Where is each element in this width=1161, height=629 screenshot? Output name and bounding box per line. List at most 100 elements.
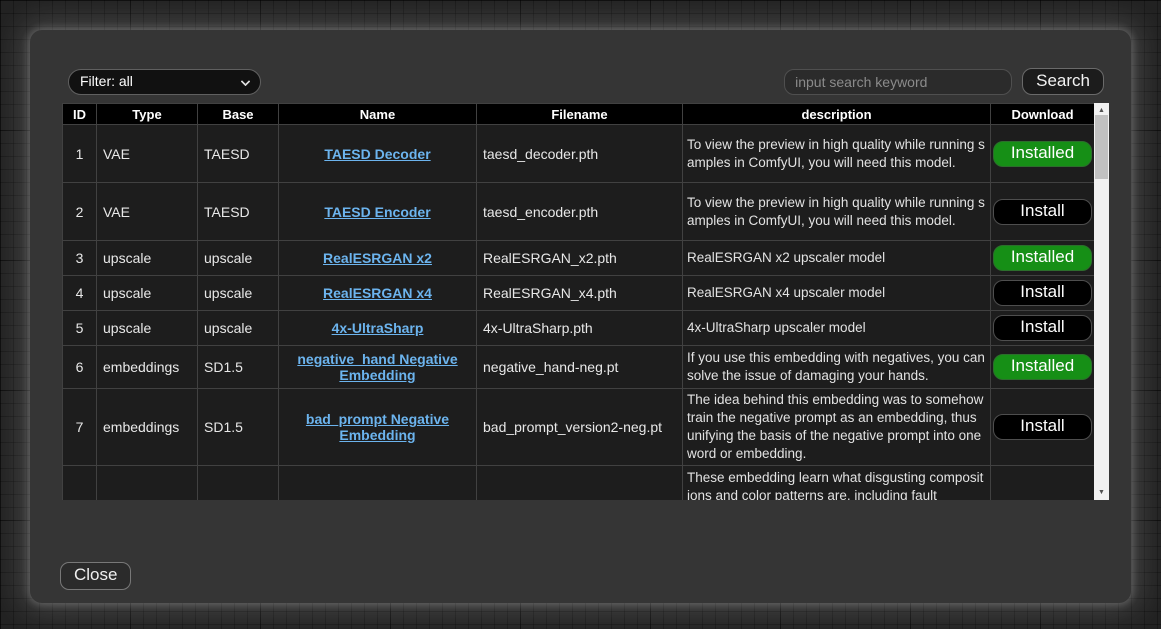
cell-download: Installed: [991, 125, 1095, 183]
cell-filename: RealESRGAN_x4.pth: [477, 276, 683, 311]
cell-type: embeddings: [97, 389, 198, 466]
model-name-link[interactable]: RealESRGAN x4: [323, 285, 432, 301]
cell-download: Install: [991, 183, 1095, 241]
search-group: Search: [784, 68, 1104, 95]
model-name-link[interactable]: bad_prompt Negative Embedding: [306, 411, 449, 443]
install-button[interactable]: Install: [993, 315, 1092, 341]
cell-name: 4x-UltraSharp: [279, 311, 477, 346]
cell-id: 5: [63, 311, 97, 346]
cell-download: Install: [991, 276, 1095, 311]
model-name-link[interactable]: RealESRGAN x2: [323, 250, 432, 266]
cell-type: upscale: [97, 276, 198, 311]
filter-select[interactable]: Filter: all: [68, 69, 261, 95]
cell-type: VAE: [97, 183, 198, 241]
cell-description: To view the preview in high quality whil…: [683, 183, 991, 241]
scrollbar-down-arrow-icon[interactable]: ▼: [1094, 485, 1109, 500]
cell-type: embeddings: [97, 346, 198, 389]
table-row: 2 VAE TAESD TAESD Encoder taesd_encoder.…: [63, 183, 1095, 241]
table-row: 1 VAE TAESD TAESD Decoder taesd_decoder.…: [63, 125, 1095, 183]
cell-download: Install: [991, 389, 1095, 466]
cell-type: [97, 466, 198, 501]
model-name-link[interactable]: TAESD Decoder: [324, 146, 430, 162]
header-filename: Filename: [477, 104, 683, 125]
cell-id: 2: [63, 183, 97, 241]
cell-id: 3: [63, 241, 97, 276]
cell-base: upscale: [198, 311, 279, 346]
cell-filename: [477, 466, 683, 501]
cell-base: upscale: [198, 276, 279, 311]
search-input[interactable]: [784, 69, 1012, 95]
cell-base: [198, 466, 279, 501]
cell-base: SD1.5: [198, 346, 279, 389]
cell-type: upscale: [97, 311, 198, 346]
cell-id: 4: [63, 276, 97, 311]
table-row-partial: These embedding learn what disgusting co…: [63, 466, 1095, 501]
cell-filename: taesd_decoder.pth: [477, 125, 683, 183]
cell-download: Installed: [991, 241, 1095, 276]
table-scrollbar[interactable]: ▲ ▼: [1094, 103, 1109, 500]
cell-base: TAESD: [198, 125, 279, 183]
table-row: 4 upscale upscale RealESRGAN x4 RealESRG…: [63, 276, 1095, 311]
comfyui-canvas: { "colors": { "canvas_bg": "#222222", "d…: [0, 0, 1161, 629]
header-id: ID: [63, 104, 97, 125]
install-button[interactable]: Install: [993, 414, 1092, 440]
cell-type: VAE: [97, 125, 198, 183]
table-row: 5 upscale upscale 4x-UltraSharp 4x-Ultra…: [63, 311, 1095, 346]
cell-filename: negative_hand-neg.pt: [477, 346, 683, 389]
install-button[interactable]: Installed: [993, 354, 1092, 380]
cell-name: [279, 466, 477, 501]
header-description: description: [683, 104, 991, 125]
header-base: Base: [198, 104, 279, 125]
models-table-viewport: ID Type Base Name Filename description D…: [62, 103, 1109, 500]
model-name-link[interactable]: 4x-UltraSharp: [332, 320, 424, 336]
header-type: Type: [97, 104, 198, 125]
cell-name: bad_prompt Negative Embedding: [279, 389, 477, 466]
header-download: Download: [991, 104, 1095, 125]
cell-name: negative_hand Negative Embedding: [279, 346, 477, 389]
cell-filename: bad_prompt_version2-neg.pt: [477, 389, 683, 466]
table-header-row: ID Type Base Name Filename description D…: [63, 104, 1095, 125]
cell-name: TAESD Decoder: [279, 125, 477, 183]
search-button[interactable]: Search: [1022, 68, 1104, 95]
cell-description: The idea behind this embedding was to so…: [683, 389, 991, 466]
cell-base: TAESD: [198, 183, 279, 241]
cell-base: upscale: [198, 241, 279, 276]
cell-description: These embedding learn what disgusting co…: [683, 466, 991, 501]
cell-id: 1: [63, 125, 97, 183]
cell-description: 4x-UltraSharp upscaler model: [683, 311, 991, 346]
cell-id: 6: [63, 346, 97, 389]
close-button[interactable]: Close: [60, 562, 131, 590]
table-row: 7 embeddings SD1.5 bad_prompt Negative E…: [63, 389, 1095, 466]
cell-description: RealESRGAN x2 upscaler model: [683, 241, 991, 276]
install-button[interactable]: Installed: [993, 245, 1092, 271]
cell-type: upscale: [97, 241, 198, 276]
cell-base: SD1.5: [198, 389, 279, 466]
install-button[interactable]: Installed: [993, 141, 1092, 167]
cell-id: 7: [63, 389, 97, 466]
model-name-link[interactable]: TAESD Encoder: [324, 204, 430, 220]
cell-filename: taesd_encoder.pth: [477, 183, 683, 241]
table-row: 3 upscale upscale RealESRGAN x2 RealESRG…: [63, 241, 1095, 276]
cell-name: RealESRGAN x2: [279, 241, 477, 276]
cell-name: RealESRGAN x4: [279, 276, 477, 311]
cell-filename: 4x-UltraSharp.pth: [477, 311, 683, 346]
install-button[interactable]: Install: [993, 280, 1092, 306]
dialog-toolbar: Filter: all Search: [68, 68, 1104, 95]
cell-download: [991, 466, 1095, 501]
cell-name: TAESD Encoder: [279, 183, 477, 241]
cell-id: [63, 466, 97, 501]
install-button[interactable]: Install: [993, 199, 1092, 225]
install-models-dialog: Filter: all Search ID Type Base Name Fi: [30, 30, 1131, 603]
scrollbar-thumb[interactable]: [1095, 115, 1108, 179]
model-name-link[interactable]: negative_hand Negative Embedding: [297, 351, 457, 383]
cell-description: RealESRGAN x4 upscaler model: [683, 276, 991, 311]
cell-download: Install: [991, 311, 1095, 346]
header-name: Name: [279, 104, 477, 125]
cell-download: Installed: [991, 346, 1095, 389]
cell-description: If you use this embedding with negatives…: [683, 346, 991, 389]
filter-select-wrap: Filter: all: [68, 69, 261, 95]
models-table: ID Type Base Name Filename description D…: [62, 103, 1095, 500]
table-row: 6 embeddings SD1.5 negative_hand Negativ…: [63, 346, 1095, 389]
cell-description: To view the preview in high quality whil…: [683, 125, 991, 183]
cell-filename: RealESRGAN_x2.pth: [477, 241, 683, 276]
